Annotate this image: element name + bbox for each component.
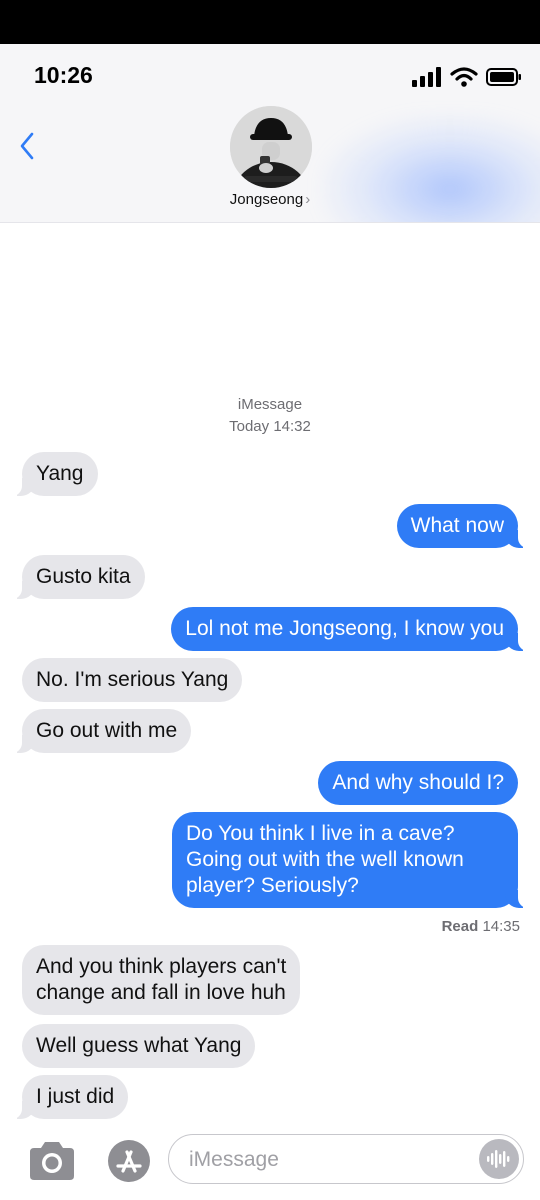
chevron-right-icon: › <box>305 191 311 208</box>
message-bubble-incoming[interactable]: And you think players can't change and f… <box>22 945 301 1015</box>
message-text: Well guess what Yang <box>36 1034 242 1057</box>
message-text: Gusto kita <box>36 565 131 588</box>
status-icons <box>412 66 522 88</box>
message-text: Yang <box>36 462 84 485</box>
wifi-icon <box>450 67 478 87</box>
avatar-photo <box>230 106 312 188</box>
status-bar: 10:26 <box>0 44 540 106</box>
app-store-icon[interactable] <box>104 1138 154 1184</box>
message-bubble-outgoing[interactable]: Do You think I live in a cave? Going out… <box>172 812 528 908</box>
message-bubble-incoming[interactable]: No. I'm serious Yang <box>22 658 243 702</box>
message-bubble-incoming[interactable]: Gusto kita <box>12 555 145 599</box>
read-receipt: Read 14:35 <box>442 918 520 935</box>
message-text-line: And you think players can't <box>36 955 287 978</box>
message-text: What now <box>410 514 504 537</box>
audio-record-button[interactable] <box>479 1139 519 1179</box>
header-divider <box>0 222 540 223</box>
message-bubble-incoming[interactable]: Go out with me <box>11 709 192 753</box>
message-text-line: Do You think I live in a cave? <box>186 822 455 845</box>
status-time: 10:26 <box>34 62 93 88</box>
signal-icon <box>412 67 441 87</box>
message-text-line: change and fall in love huh <box>36 981 286 1004</box>
battery-icon <box>486 68 521 86</box>
contact-name: Jongseong <box>229 191 304 208</box>
camera-icon[interactable] <box>26 1138 78 1184</box>
message-bubble-outgoing[interactable]: Lol not me Jongseong, I know you <box>171 607 528 651</box>
message-bubble-outgoing[interactable]: What now <box>396 504 529 548</box>
message-text-line: Going out with the well known <box>186 848 464 871</box>
conversation-date: Today 14:32 <box>229 418 311 435</box>
message-text: Go out with me <box>36 719 178 742</box>
message-bubble-outgoing[interactable]: And why should I? <box>318 761 518 805</box>
read-label: Read <box>441 918 479 935</box>
message-text: I just did <box>36 1085 115 1108</box>
message-text: Lol not me Jongseong, I know you <box>185 617 504 640</box>
read-time: 14:35 <box>482 918 520 935</box>
contact-name-row[interactable]: Jongseong › <box>0 191 540 208</box>
message-input-box[interactable] <box>168 1134 524 1184</box>
audio-waveform-icon <box>487 1150 510 1168</box>
message-bubble-incoming[interactable]: Yang <box>12 452 98 496</box>
message-bubble-incoming[interactable]: Well guess what Yang <box>22 1024 256 1068</box>
message-input[interactable] <box>187 1141 461 1179</box>
message-text-line: player? Seriously? <box>186 874 359 897</box>
message-bubble-incoming[interactable]: I just did <box>11 1075 129 1119</box>
message-text: And why should I? <box>332 771 504 794</box>
message-composer <box>0 1128 540 1200</box>
service-label: iMessage <box>237 396 303 413</box>
device-top-bar <box>0 0 540 44</box>
back-chevron-icon[interactable] <box>14 128 42 164</box>
message-text: No. I'm serious Yang <box>36 668 229 691</box>
contact-avatar[interactable] <box>230 106 312 188</box>
